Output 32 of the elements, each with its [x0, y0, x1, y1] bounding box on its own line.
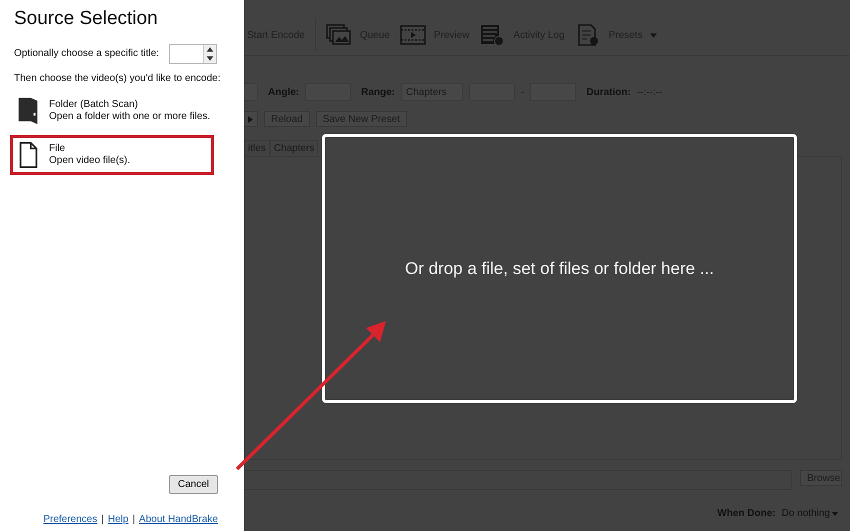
title-prompt: Optionally choose a specific title:	[14, 48, 160, 60]
cancel-button[interactable]: Cancel	[168, 475, 218, 494]
option-title: Folder (Batch Scan)	[49, 99, 139, 111]
play-button[interactable]	[244, 111, 258, 127]
play-icon	[248, 116, 253, 122]
caret-icon	[832, 512, 838, 516]
up-arrow-icon[interactable]	[204, 45, 216, 54]
duration-value: --:--:--	[636, 86, 662, 98]
dropdown[interactable]	[244, 83, 258, 101]
document-icon	[17, 141, 39, 169]
link-separator: |	[101, 514, 104, 525]
footer-link[interactable]: Help	[108, 514, 128, 525]
source-option[interactable]: Folder (Batch Scan) Open a folder with one or more files.	[10, 91, 214, 131]
option-description: Open video file(s).	[49, 155, 130, 167]
dialog-title: Source Selection	[14, 8, 159, 30]
option-title: File	[49, 143, 66, 155]
drop-zone[interactable]: Or drop a file, set of files or folder here ...	[322, 134, 797, 403]
caret-icon	[650, 32, 658, 38]
folder-icon	[17, 97, 39, 125]
option-description: Open a folder with one or more files.	[49, 111, 210, 123]
range-dash: -	[521, 86, 524, 98]
footer-link[interactable]: About HandBrake	[139, 514, 218, 525]
down-arrow-icon[interactable]	[204, 54, 216, 63]
film-icon	[400, 24, 426, 46]
source-option[interactable]: File Open video file(s).	[10, 135, 214, 175]
choose-prompt: Then choose the video(s) you'd like to encode:	[14, 73, 222, 85]
log-icon	[479, 24, 506, 46]
destination-field[interactable]	[244, 470, 792, 490]
footer-link[interactable]: Preferences	[43, 514, 98, 525]
pictures-icon	[326, 24, 352, 46]
title-spinner[interactable]	[169, 44, 218, 64]
link-separator: |	[132, 514, 136, 525]
